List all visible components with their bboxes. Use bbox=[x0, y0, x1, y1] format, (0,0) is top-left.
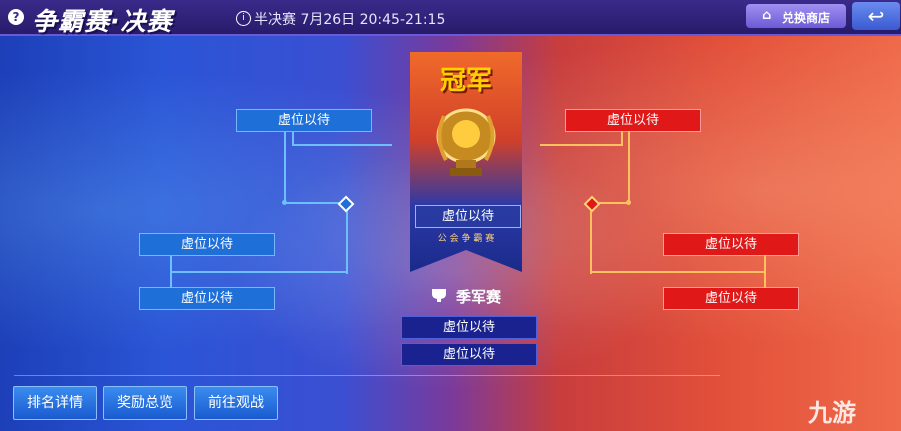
left-quarter-slot-1[interactable]: 虚位以待 bbox=[139, 233, 275, 256]
right-quarter-slot-1[interactable]: 虚位以待 bbox=[663, 233, 799, 256]
bracket-dot bbox=[282, 200, 287, 205]
left-semifinal-slot[interactable]: 虚位以待 bbox=[236, 109, 372, 132]
bracket-line bbox=[170, 271, 348, 273]
champion-slot[interactable]: 虚位以待 bbox=[415, 205, 521, 228]
bracket-line bbox=[284, 202, 342, 204]
right-quarter-slot-2[interactable]: 虚位以待 bbox=[663, 287, 799, 310]
watermark-logo: 九游 bbox=[808, 399, 856, 427]
page-title: 争霸赛·决赛 bbox=[32, 7, 173, 36]
cup-icon bbox=[432, 289, 446, 302]
bracket-line bbox=[621, 131, 623, 145]
shop-label: 兑换商店 bbox=[782, 11, 831, 25]
bracket-line bbox=[628, 131, 630, 203]
bracket-line bbox=[346, 202, 348, 274]
back-button[interactable]: ↩ bbox=[852, 2, 900, 30]
exchange-shop-button[interactable]: ⌂ 兑换商店 bbox=[746, 4, 846, 28]
bracket-line bbox=[284, 131, 286, 203]
left-quarter-slot-2[interactable]: 虚位以待 bbox=[139, 287, 275, 310]
rewards-overview-button[interactable]: 奖励总览 bbox=[103, 386, 187, 420]
third-place-slot-2[interactable]: 虚位以待 bbox=[401, 343, 537, 366]
bracket-dot bbox=[626, 200, 631, 205]
clock-icon: i bbox=[236, 11, 251, 26]
third-place-label: 季军赛 bbox=[456, 288, 502, 306]
help-icon[interactable]: ? bbox=[8, 9, 24, 25]
bracket-line bbox=[292, 144, 392, 146]
trophy-icon bbox=[436, 108, 496, 176]
top-bar: ? 争霸赛·决赛 i 半决赛 7月26日 20:45-21:15 ⌂ 兑换商店 … bbox=[0, 0, 901, 36]
ranking-details-button[interactable]: 排名详情 bbox=[13, 386, 97, 420]
shop-icon: ⌂ bbox=[762, 8, 772, 23]
schedule-text: 半决赛 7月26日 20:45-21:15 bbox=[254, 12, 446, 28]
right-semifinal-slot[interactable]: 虚位以待 bbox=[565, 109, 701, 132]
bracket-node bbox=[337, 195, 355, 213]
banner-subtitle: 公 会 争 霸 赛 bbox=[437, 234, 495, 244]
game-screen: ? 争霸赛·决赛 i 半决赛 7月26日 20:45-21:15 ⌂ 兑换商店 … bbox=[0, 0, 901, 431]
champion-title: 冠军 bbox=[439, 66, 492, 96]
bracket-line bbox=[292, 131, 294, 145]
third-place-slot-1[interactable]: 虚位以待 bbox=[401, 316, 537, 339]
bracket-line bbox=[590, 271, 766, 273]
bracket-node bbox=[583, 195, 601, 213]
bottom-divider bbox=[14, 375, 720, 376]
bracket-line bbox=[540, 144, 623, 146]
watch-match-button[interactable]: 前往观战 bbox=[194, 386, 278, 420]
